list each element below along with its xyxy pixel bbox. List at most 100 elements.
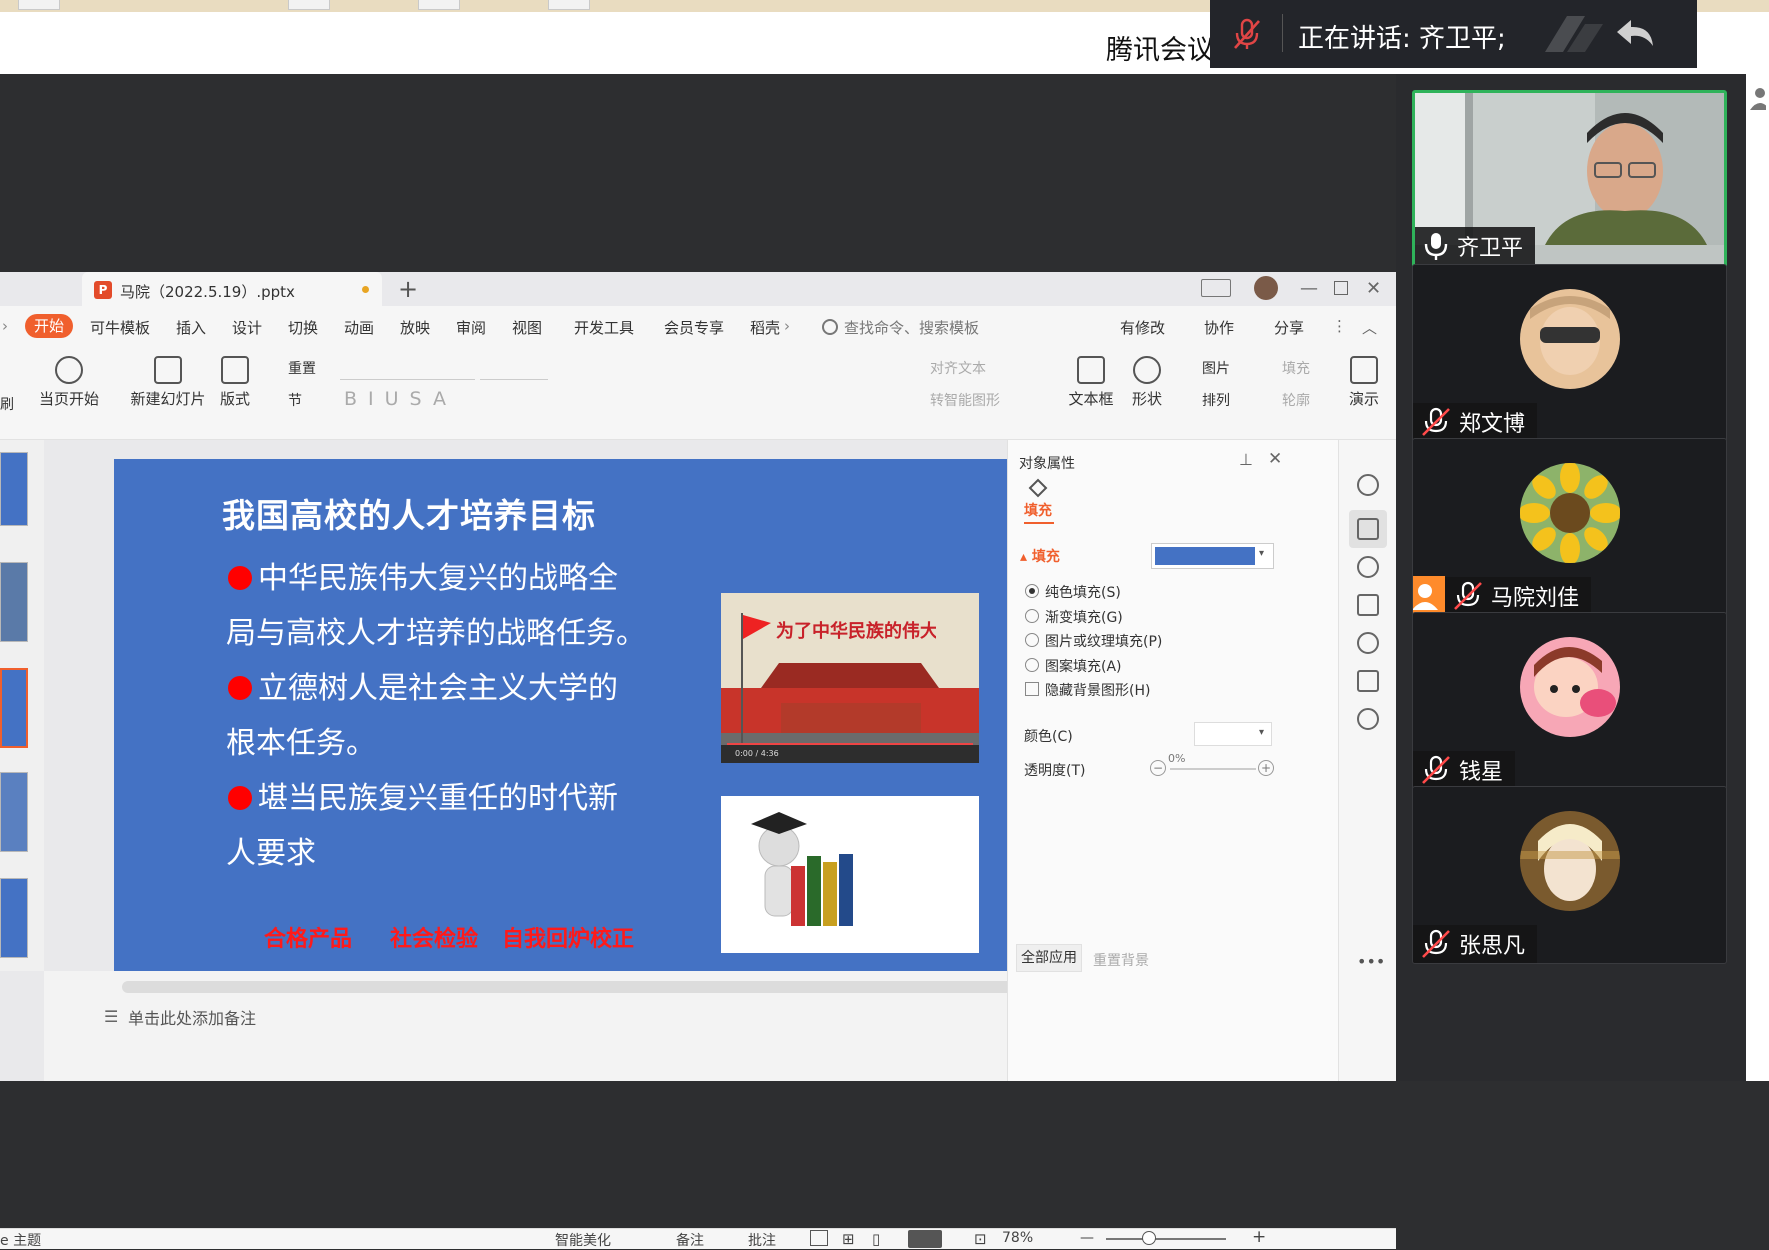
notes-input[interactable]: 单击此处添加备注: [128, 1005, 256, 1029]
reading-view-icon[interactable]: ▯: [872, 1230, 880, 1248]
font-family-select[interactable]: [340, 356, 475, 380]
menu-tab-review[interactable]: 审阅: [456, 317, 486, 338]
slide-canvas[interactable]: 我国高校的人才培养目标 中华民族伟大复兴的战略全 局与高校人才培养的战略任务。 …: [114, 459, 1044, 979]
grid-view-icon[interactable]: ⊞: [842, 1230, 855, 1248]
picture-fill-radio[interactable]: [1025, 633, 1039, 647]
collaborate-button[interactable]: 协作: [1204, 317, 1234, 338]
slide-thumbnail[interactable]: [0, 772, 28, 852]
zoom-slider[interactable]: [1106, 1238, 1226, 1240]
chevron-right-icon[interactable]: ›: [784, 317, 790, 335]
has-changes-button[interactable]: 有修改: [1120, 317, 1165, 338]
smart-beautify-button[interactable]: 智能美化: [555, 1230, 611, 1250]
minimize-icon[interactable]: —: [1300, 278, 1318, 299]
menu-tab-start[interactable]: 开始: [25, 314, 73, 338]
graduate-books-image[interactable]: [721, 796, 979, 953]
slide-bullet-line[interactable]: 立德树人是社会主义大学的: [228, 663, 618, 707]
fill-section-header[interactable]: ▴ 填充: [1020, 546, 1060, 566]
zoom-level[interactable]: 78%: [1002, 1230, 1033, 1246]
fit-zoom-icon[interactable]: ⊡: [974, 1230, 987, 1248]
picture-button[interactable]: 图片: [1202, 358, 1230, 378]
tab-fill[interactable]: 填充: [1024, 500, 1052, 520]
fill-bucket-icon[interactable]: [1026, 476, 1050, 500]
textbox-button[interactable]: 文本框: [1064, 356, 1118, 409]
slide-text-line[interactable]: 根本任务。: [226, 718, 376, 762]
pane-header[interactable]: 对象属性: [1019, 453, 1075, 473]
align-text-button[interactable]: 对齐文本: [930, 358, 986, 378]
play-slideshow-button[interactable]: [908, 1230, 942, 1248]
slide-bullet-line[interactable]: 中华民族伟大复兴的战略全: [228, 553, 618, 597]
chevron-left-icon[interactable]: ›: [2, 317, 8, 335]
keyword-self-correction[interactable]: 自我回炉校正: [502, 921, 634, 953]
slide-thumbnail[interactable]: [0, 878, 28, 958]
menu-tab-design[interactable]: 设计: [232, 317, 262, 338]
close-icon[interactable]: ✕: [1366, 278, 1381, 299]
font-size-select[interactable]: [480, 356, 548, 380]
shape-button[interactable]: 形状: [1124, 356, 1170, 409]
outline-button[interactable]: 轮廓: [1282, 390, 1310, 410]
smart-graphic-button[interactable]: 转智能图形: [930, 390, 1000, 410]
participant-tile-zhangsifan[interactable]: 张思凡: [1412, 786, 1727, 964]
participant-tile-mayuanliujia[interactable]: 马院刘佳: [1412, 438, 1727, 616]
font-style-buttons[interactable]: BIUSA: [344, 388, 457, 410]
participant-tile-qianxing[interactable]: 钱星: [1412, 612, 1727, 790]
rocket-icon[interactable]: [1357, 474, 1379, 496]
menu-tab-developer[interactable]: 开发工具: [574, 317, 634, 338]
zoom-in-button[interactable]: +: [1252, 1227, 1266, 1247]
menu-tab-animation[interactable]: 动画: [344, 317, 374, 338]
reset-button[interactable]: 重置: [288, 358, 316, 378]
fill-color-select[interactable]: ▾: [1151, 543, 1274, 569]
gradient-fill-radio[interactable]: [1025, 609, 1039, 623]
theme-label[interactable]: e 主题: [0, 1230, 41, 1250]
more-tools-icon[interactable]: •••: [1357, 952, 1385, 971]
menu-tab-docer[interactable]: 稻壳: [750, 317, 780, 338]
apply-all-button[interactable]: 全部应用: [1016, 944, 1082, 972]
share-button[interactable]: 分享: [1274, 317, 1304, 338]
slide-thumbnail[interactable]: [0, 452, 28, 526]
user-icon[interactable]: [1748, 86, 1766, 112]
decrease-transparency-button[interactable]: −: [1150, 760, 1166, 776]
menu-tab-template[interactable]: 可牛模板: [90, 317, 150, 338]
slide-thumbnail-selected[interactable]: [0, 668, 28, 748]
video-thumbnail-image[interactable]: 为了中华民族的伟大复兴 0:00 / 4:36: [721, 593, 979, 763]
zoom-slider-thumb[interactable]: [1142, 1231, 1156, 1245]
hide-background-checkbox[interactable]: [1025, 682, 1039, 696]
present-button[interactable]: 演示: [1344, 356, 1384, 409]
play-from-current-button[interactable]: 当页开始: [34, 356, 104, 409]
menu-tab-view[interactable]: 视图: [512, 317, 542, 338]
notes-toggle-button[interactable]: 备注: [676, 1230, 704, 1250]
layout-icon[interactable]: [1201, 279, 1231, 297]
format-painter-label[interactable]: 刷: [0, 394, 14, 414]
help-icon[interactable]: [1357, 632, 1379, 654]
participant-tile-qiweiping[interactable]: 齐卫平: [1412, 90, 1727, 268]
participant-tile-zhengwenbo[interactable]: 郑文博: [1412, 264, 1727, 442]
keyword-social-test[interactable]: 社会检验: [390, 921, 478, 953]
slide-title[interactable]: 我国高校的人才培养目标: [222, 489, 596, 537]
menu-tab-slideshow[interactable]: 放映: [400, 317, 430, 338]
transparency-slider[interactable]: [1170, 768, 1256, 770]
zoom-out-button[interactable]: —: [1080, 1230, 1094, 1246]
slide-thumbnail[interactable]: [0, 562, 28, 642]
slide-text-line[interactable]: 局与高校人才培养的战略任务。: [226, 608, 646, 652]
mic-off-icon[interactable]: [1232, 18, 1262, 50]
command-search-input[interactable]: 查找命令、搜索模板: [844, 317, 979, 338]
image-tool-icon[interactable]: [1357, 670, 1379, 692]
layout-button[interactable]: 版式: [212, 356, 258, 409]
menu-tab-transition[interactable]: 切换: [288, 317, 318, 338]
slide-bullet-line[interactable]: 堪当民族复兴重任的时代新: [228, 773, 618, 817]
new-tab-plus-icon[interactable]: +: [398, 275, 418, 303]
section-button[interactable]: 节: [288, 390, 302, 410]
user-avatar[interactable]: [1254, 276, 1278, 300]
fill-button[interactable]: 填充: [1282, 358, 1310, 378]
close-pane-icon[interactable]: ✕: [1268, 449, 1282, 469]
switch-icon[interactable]: [1357, 594, 1379, 616]
star-icon[interactable]: [1357, 556, 1379, 578]
compass-icon[interactable]: [1357, 708, 1379, 730]
restore-icon[interactable]: [1334, 281, 1348, 295]
comments-button[interactable]: 批注: [748, 1230, 776, 1250]
document-tab[interactable]: P 马院（2022.5.19）.pptx: [82, 272, 382, 306]
increase-transparency-button[interactable]: +: [1258, 760, 1274, 776]
arrange-button[interactable]: 排列: [1202, 390, 1230, 410]
reset-background-button[interactable]: 重置背景: [1093, 950, 1149, 970]
more-icon[interactable]: ⋮: [1332, 317, 1347, 335]
normal-view-icon[interactable]: [810, 1230, 828, 1246]
